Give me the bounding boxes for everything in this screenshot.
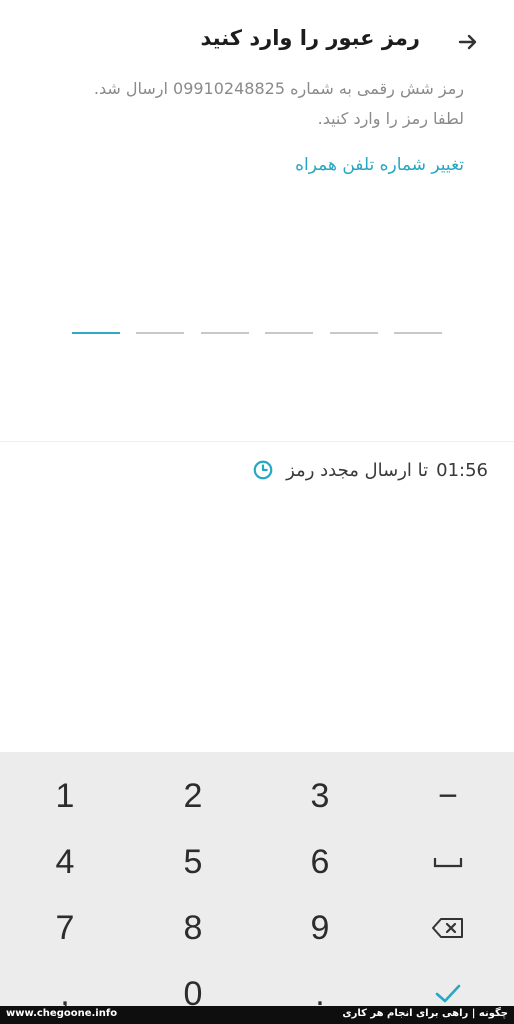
key-minus[interactable]: − <box>393 766 503 826</box>
otp-slot-5[interactable] <box>330 332 378 334</box>
otp-slot-2[interactable] <box>136 332 184 334</box>
key-6[interactable]: 6 <box>265 832 375 892</box>
key-5[interactable]: 5 <box>138 832 248 892</box>
resend-row: 01:56 تا ارسال مجدد رمز <box>252 455 488 485</box>
instruction-text: رمز شش رقمی به شماره 09910248825 ارسال ش… <box>64 74 464 134</box>
key-9[interactable]: 9 <box>265 898 375 958</box>
numeric-keypad: 1 2 3 − 4 5 6 7 8 9 , 0 . <box>0 752 514 1013</box>
key-4[interactable]: 4 <box>10 832 120 892</box>
watermark-footer: www.chegoone.info چگونه | راهی برای انجا… <box>0 1006 514 1024</box>
resend-timer: 01:56 <box>436 459 488 481</box>
instruction-line-2: لطفا رمز را وارد کنید. <box>317 109 464 128</box>
check-icon <box>435 984 461 1003</box>
resend-label: تا ارسال مجدد رمز <box>286 459 429 481</box>
divider <box>0 441 514 442</box>
otp-slot-4[interactable] <box>265 332 313 334</box>
change-phone-link[interactable]: تغییر شماره تلفن همراه <box>295 155 464 175</box>
instruction-line-1: رمز شش رقمی به شماره 09910248825 ارسال ش… <box>93 79 464 98</box>
footer-tagline: چگونه | راهی برای انجام هر کاری <box>342 1008 508 1019</box>
key-8[interactable]: 8 <box>138 898 248 958</box>
space-icon <box>433 858 463 868</box>
key-1[interactable]: 1 <box>10 766 120 826</box>
key-3[interactable]: 3 <box>265 766 375 826</box>
otp-input[interactable] <box>72 332 442 338</box>
key-2[interactable]: 2 <box>138 766 248 826</box>
page-title: رمز عبور را وارد کنید <box>200 26 420 50</box>
key-7[interactable]: 7 <box>10 898 120 958</box>
clock-icon <box>253 460 273 480</box>
footer-site-url: www.chegoone.info <box>6 1008 118 1019</box>
top-bar: رمز عبور را وارد کنید <box>0 0 514 80</box>
otp-slot-1[interactable] <box>72 332 120 334</box>
arrow-right-icon[interactable] <box>456 30 480 54</box>
backspace-icon <box>432 918 463 938</box>
key-backspace[interactable] <box>393 898 503 958</box>
key-space[interactable] <box>393 832 503 892</box>
otp-slot-3[interactable] <box>201 332 249 334</box>
otp-slot-6[interactable] <box>394 332 442 334</box>
